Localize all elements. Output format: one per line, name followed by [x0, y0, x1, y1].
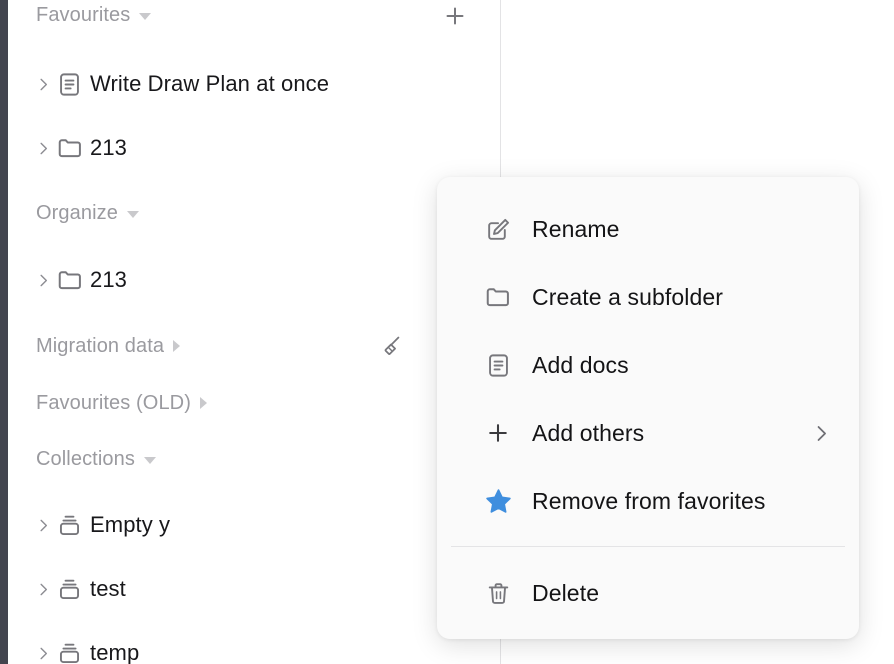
sidebar-section-header-organize[interactable]: Organize — [36, 198, 476, 228]
section-label-favourites-old: Favourites (OLD) — [36, 391, 191, 414]
folder-icon — [56, 266, 90, 294]
activity-rail — [0, 0, 8, 664]
sidebar-tree-item-write-draw-plan[interactable]: Write Draw Plan at once — [30, 64, 480, 104]
context-menu-item-label: Delete — [532, 579, 600, 606]
context-menu-item-add-others[interactable]: Add others — [447, 399, 849, 467]
sidebar-tree-item-empty-y[interactable]: Empty y — [30, 505, 480, 545]
context-menu-item-create-a-subfolder[interactable]: Create a subfolder — [447, 263, 849, 331]
star-filled-icon — [483, 487, 513, 516]
chevron-right-icon[interactable] — [30, 77, 56, 92]
folder-icon — [483, 283, 513, 311]
sidebar-tree-item-favourites-213[interactable]: 213 — [30, 128, 480, 168]
sidebar-tree-item-label: test — [90, 576, 126, 601]
chevron-right-icon[interactable] — [30, 646, 56, 661]
context-menu-item-rename[interactable]: Rename — [447, 195, 849, 263]
chevron-right-icon[interactable] — [30, 582, 56, 597]
context-menu-item-label: Remove from favorites — [532, 487, 766, 514]
folder-icon — [56, 134, 90, 162]
context-menu-item-remove-from-favorites[interactable]: Remove from favorites — [447, 467, 849, 535]
context-menu-item-label: Add docs — [532, 351, 629, 378]
plus-icon — [483, 420, 513, 446]
add-favourite-button[interactable] — [440, 1, 470, 31]
context-menu-separator — [451, 546, 845, 547]
trash-icon — [483, 580, 513, 607]
app-root: Favourites Write Draw Plan at once 213 O… — [0, 0, 894, 664]
sidebar-tree-item-label: 213 — [90, 267, 128, 292]
sidebar-section-header-collections[interactable]: Collections — [36, 444, 476, 474]
document-icon — [483, 352, 513, 379]
chevron-right-icon[interactable] — [30, 273, 56, 288]
section-label-collections: Collections — [36, 447, 135, 470]
sidebar-section-header-migration-data[interactable]: Migration data — [36, 331, 476, 361]
context-menu-item-add-docs[interactable]: Add docs — [447, 331, 849, 399]
chevron-right-icon[interactable] — [812, 424, 831, 443]
plus-icon — [446, 7, 464, 25]
collection-icon — [56, 576, 90, 603]
chevron-right-icon[interactable] — [30, 141, 56, 156]
section-label-favourites: Favourites — [36, 3, 131, 26]
section-label-migration-data: Migration data — [36, 334, 165, 357]
collection-icon — [56, 512, 90, 539]
context-menu-item-label: Create a subfolder — [532, 283, 724, 310]
sidebar-tree-item-label: temp — [90, 640, 140, 664]
triangle-down-icon[interactable] — [126, 211, 139, 218]
collection-icon — [56, 640, 90, 664]
context-menu: Rename Create a subfolder Add docs Add o… — [437, 177, 859, 639]
sidebar-section-header-favourites[interactable]: Favourites — [36, 0, 476, 30]
context-menu-item-delete[interactable]: Delete — [447, 559, 849, 627]
sidebar-tree-item-test[interactable]: test — [30, 569, 480, 609]
sidebar-tree-item-label: 213 — [90, 135, 128, 160]
sidebar-tree-item-label: Write Draw Plan at once — [90, 71, 330, 96]
edit-square-icon — [483, 216, 513, 243]
triangle-right-icon[interactable] — [173, 340, 181, 352]
context-menu-item-label: Rename — [532, 215, 620, 242]
clean-migration-data-button[interactable] — [376, 332, 404, 360]
sidebar-section-header-favourites-old[interactable]: Favourites (OLD) — [36, 388, 476, 418]
triangle-down-icon[interactable] — [143, 457, 156, 464]
sidebar: Favourites Write Draw Plan at once 213 O… — [8, 0, 500, 664]
context-menu-item-label: Add others — [532, 419, 645, 446]
sidebar-tree-item-label: Empty y — [90, 512, 171, 537]
document-icon — [56, 71, 90, 98]
triangle-down-icon[interactable] — [139, 13, 152, 20]
chevron-right-icon[interactable] — [30, 518, 56, 533]
broom-icon — [384, 336, 400, 355]
section-label-organize: Organize — [36, 201, 118, 224]
triangle-right-icon[interactable] — [199, 397, 207, 409]
sidebar-tree-item-temp[interactable]: temp — [30, 633, 480, 664]
sidebar-tree-item-organize-213[interactable]: 213 — [30, 260, 480, 300]
